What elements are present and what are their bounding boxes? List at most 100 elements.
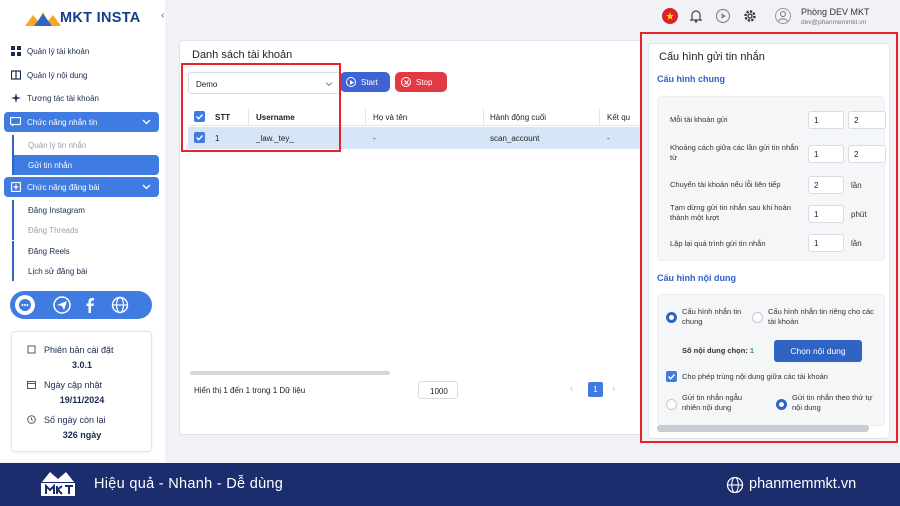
bell-icon[interactable] [688,8,704,24]
choose-content-button[interactable]: Chọn nội dung [774,340,862,362]
interval-label: Khoảng cách giữa các lần gửi tin nhắn từ [670,143,799,162]
column-header-result[interactable]: Kết qu [607,113,630,122]
sidebar-subitem-manage-messages[interactable]: Quản lý tin nhắn [12,135,159,155]
globe-icon [726,476,744,494]
pause-label: Tạm dừng gửi tin nhắn sau khi hoàn thành… [670,203,791,222]
play-icon [346,77,356,87]
clock-icon [27,415,36,424]
sidebar-item-label: Chức năng đăng bài [27,182,100,192]
sidebar-item-label: Chức năng nhắn tin [27,117,98,127]
column-divider [365,108,366,126]
days-left-value: 326 ngày [62,430,102,440]
post-icon [10,182,21,193]
mode-separate-radio[interactable] [752,312,763,323]
interval-max-input[interactable]: 2 [848,145,886,163]
pagination-info: Hiển thị 1 đến 1 trong 1 Dữ liệu [194,386,306,395]
account-email: dev@phanmemmkt.vn [801,19,867,26]
updated-label: Ngày cập nhật [44,380,103,390]
version-icon [27,345,36,354]
general-config-heading: Cấu hình chung [657,74,725,84]
website-globe-icon[interactable] [110,295,130,315]
sequential-order-radio[interactable] [776,399,787,410]
sidebar-subitem-send-message[interactable]: Gửi tin nhắn [12,155,159,175]
mode-separate-label: Cấu hình nhắn tin riêng cho các tài khoả… [768,307,874,326]
config-horizontal-scrollbar[interactable] [657,425,869,432]
panel-title: Danh sách tài khoản [192,49,293,61]
play-circle-icon[interactable] [715,8,731,24]
content-config-box: Cấu hình nhắn tin chung Cấu hình nhắn ti… [657,294,885,426]
sidebar-item-label: Quản lý nội dung [27,70,88,80]
support-icon[interactable] [15,295,35,315]
switch-account-input[interactable]: 2 [808,176,844,194]
collapse-sidebar-icon[interactable]: ‹ [161,10,164,21]
page-number-button[interactable]: 1 [588,382,603,397]
per-account-min-input[interactable]: 1 [808,111,844,129]
banner-tagline: Hiệu quả - Nhanh - Dễ dùng [94,476,284,492]
interval-min-input[interactable]: 1 [808,145,844,163]
account-name: Phòng DEV MKT [801,7,870,17]
sidebar-subitem-post-threads[interactable]: Đăng Threads [12,220,159,240]
prev-page-icon[interactable]: ‹ [570,383,573,393]
selected-label-text: Số nội dung chọn: [682,346,748,355]
start-label: Start [361,77,378,87]
page-size-input[interactable]: 1000 [418,381,458,399]
grid-icon [10,46,21,57]
content-config-heading: Cấu hình nội dung [657,273,736,283]
selected-count-value: 1 [749,346,755,355]
allow-duplicate-checkbox[interactable] [666,371,677,382]
per-account-label: Mỗi tài khoản gửi [670,115,728,124]
settings-gear-icon[interactable] [742,8,758,24]
switch-unit: lần [851,181,862,190]
per-account-max-input[interactable]: 2 [848,111,886,129]
sidebar-item-messaging[interactable]: Chức năng nhắn tin [4,112,159,132]
days-left-label: Số ngày còn lại [44,415,106,425]
mode-common-label: Cấu hình nhắn tin chung [682,307,742,326]
sidebar-item-interaction[interactable]: Tương tác tài khoản [4,88,159,108]
sidebar-item-posting[interactable]: Chức năng đăng bài [4,177,159,197]
logo-text: MKT INSTA [60,10,141,26]
pause-input[interactable]: 1 [808,205,844,223]
avatar[interactable] [775,8,791,24]
calendar-icon [27,381,36,389]
sidebar-item-content[interactable]: Quản lý nội dung [4,65,159,85]
sidebar-subitem-post-instagram[interactable]: Đăng Instagram [12,200,159,220]
cell-fullname: - [373,134,376,143]
app-logo[interactable]: MKT INSTA [24,8,141,28]
top-bar: Phòng DEV MKT dev@phanmemmkt.vn [640,5,900,29]
allow-duplicate-label: Cho phép trùng nội dung giữa các tài kho… [682,372,828,381]
column-header-fullname[interactable]: Họ và tên [373,113,407,122]
sidebar-item-accounts[interactable]: Quản lý tài khoản [4,41,159,61]
vietnam-flag-icon[interactable] [662,8,678,24]
random-order-radio[interactable] [666,399,677,410]
version-info-card: Phiên bản cài đặt 3.0.1 Ngày cập nhật 19… [11,331,152,452]
start-button[interactable]: Start [340,72,390,92]
stop-button[interactable]: Stop [395,72,447,92]
cell-result: - [607,134,610,143]
chevron-down-icon [142,184,151,190]
sparkle-icon [10,93,21,104]
repeat-unit: lần [851,239,862,248]
random-order-label: Gửi tin nhắn ngẫu nhiên nội dung [682,393,743,412]
updated-value: 19/11/2024 [59,395,105,405]
message-config-panel: Cấu hình gửi tin nhắn Cấu hình chung Mỗi… [648,43,890,439]
stop-label: Stop [416,77,433,87]
version-label: Phiên bản cài đặt [44,345,114,355]
telegram-icon[interactable] [52,295,72,315]
facebook-icon[interactable] [80,295,100,315]
column-header-last-action[interactable]: Hành động cuối [490,113,546,122]
repeat-input[interactable]: 1 [808,234,844,252]
selected-count-label: Số nội dung chọn: 1 [682,346,754,356]
horizontal-scrollbar[interactable] [190,371,390,375]
sidebar-subitem-post-reels[interactable]: Đăng Reels [12,241,159,261]
general-config-box: Mỗi tài khoản gửi 1 2 Khoảng cách giữa c… [657,96,886,261]
config-title: Cấu hình gửi tin nhắn [659,51,765,63]
version-value: 3.0.1 [71,360,93,370]
next-page-icon[interactable]: › [612,383,615,393]
column-divider [483,108,484,126]
sequential-order-label: Gửi tin nhắn theo thứ tự nội dung [792,393,873,412]
sidebar-subitem-post-history[interactable]: Lịch sử đăng bài [12,261,159,281]
mode-common-radio[interactable] [666,312,677,323]
highlight-box-selection [181,63,341,152]
close-circle-icon [401,77,411,87]
banner-website[interactable]: phanmemmkt.vn [749,476,856,492]
